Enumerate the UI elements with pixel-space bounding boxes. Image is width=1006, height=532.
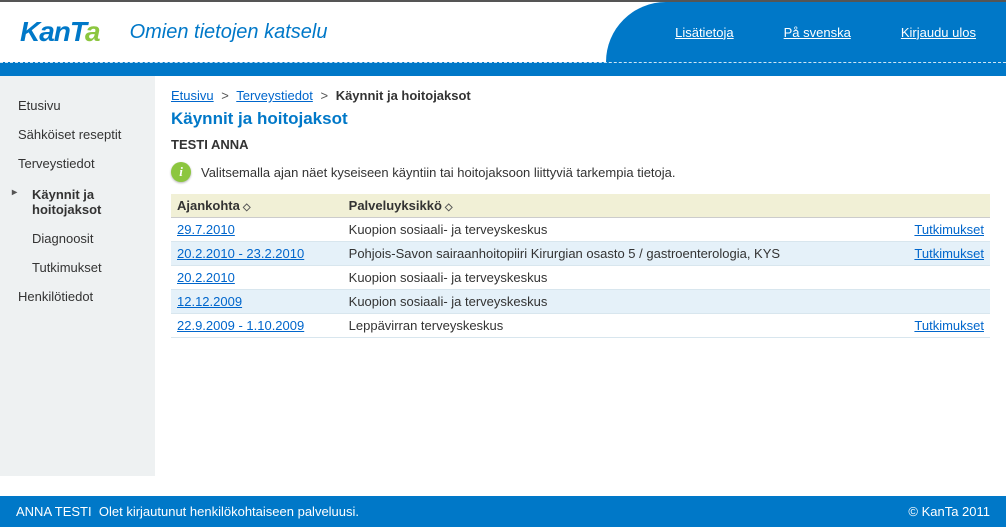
sidebar-item-home[interactable]: Etusivu [0,91,155,120]
col-header-date[interactable]: Ajankohta◇ [171,194,343,218]
visit-date-link[interactable]: 22.9.2009 - 1.10.2009 [177,318,304,333]
header: KanTa Omien tietojen katselu Lisätietoja… [0,0,1006,76]
main-content: Etusivu > Terveystiedot > Käynnit ja hoi… [155,76,1006,476]
top-links: Lisätietoja På svenska Kirjaudu ulos [675,2,1006,62]
sidebar-item-terveystiedot[interactable]: Terveystiedot [0,149,155,178]
visit-unit: Kuopion sosiaali- ja terveyskeskus [343,290,890,314]
visit-action-cell: Tutkimukset [889,314,990,338]
link-more-info[interactable]: Lisätietoja [675,25,734,40]
info-bar: i Valitsemalla ajan näet kyseiseen käynt… [171,162,990,182]
sidebar-item-henkilotiedot[interactable]: Henkilötiedot [0,282,155,311]
footer-message: Olet kirjautunut henkilökohtaiseen palve… [99,504,359,519]
sidebar-item-eresepti[interactable]: Sähköiset reseptit [0,120,155,149]
breadcrumb: Etusivu > Terveystiedot > Käynnit ja hoi… [171,88,990,103]
visit-action-cell: Tutkimukset [889,218,990,242]
header-subtitle: Omien tietojen katselu [130,21,328,44]
breadcrumb-section[interactable]: Terveystiedot [236,88,313,103]
breadcrumb-current: Käynnit ja hoitojaksot [336,88,471,103]
sidebar: Etusivu Sähköiset reseptit Terveystiedot… [0,76,155,476]
table-row: 29.7.2010 Kuopion sosiaali- ja terveyskes… [171,218,990,242]
sort-icon: ◇ [243,202,251,213]
visits-table: Ajankohta◇ Palveluyksikkö◇ 29.7.2010Kuop… [171,194,990,338]
table-row: 12.12.2009 Kuopion sosiaali- ja terveyske… [171,290,990,314]
link-swedish[interactable]: På svenska [784,25,851,40]
table-row: 20.2.2010 - 23.2.2010 Pohjois-Savon saira… [171,242,990,266]
visit-action-cell [889,266,990,290]
footer-user-name: ANNA TESTI [16,504,92,519]
table-row: 22.9.2009 - 1.10.2009 Leppävirran terveys… [171,314,990,338]
sort-icon: ◇ [445,202,453,213]
sidebar-item-diagnoosit[interactable]: Diagnoosit [0,224,155,253]
link-logout[interactable]: Kirjaudu ulos [901,25,976,40]
visit-unit: Kuopion sosiaali- ja terveyskeskus [343,218,890,242]
visit-date-link[interactable]: 20.2.2010 [177,270,235,285]
visit-unit: Pohjois-Savon sairaanhoitopiiri Kirurgia… [343,242,890,266]
footer: ANNA TESTI Olet kirjautunut henkilökohta… [0,496,1006,527]
user-name: TESTI ANNA [171,137,990,152]
col-header-unit-label: Palveluyksikkö [349,198,442,213]
visit-tutkimukset-link[interactable]: Tutkimukset [914,222,984,237]
table-row: 20.2.2010 Kuopion sosiaali- ja terveyskes… [171,266,990,290]
visit-date-link[interactable]: 12.12.2009 [177,294,242,309]
visit-action-cell [889,290,990,314]
visit-tutkimukset-link[interactable]: Tutkimukset [914,318,984,333]
visit-date-link[interactable]: 20.2.2010 - 23.2.2010 [177,246,304,261]
visit-date-link[interactable]: 29.7.2010 [177,222,235,237]
info-text: Valitsemalla ajan näet kyseiseen käyntii… [201,165,676,180]
breadcrumb-home[interactable]: Etusivu [171,88,214,103]
brand-logo: KanTa [20,16,100,48]
info-icon: i [171,162,191,182]
sidebar-item-kaynnit[interactable]: Käynnit ja hoitojaksot [0,180,155,224]
visit-unit: Kuopion sosiaali- ja terveyskeskus [343,266,890,290]
header-divider [0,62,1006,76]
sidebar-item-tutkimukset[interactable]: Tutkimukset [0,253,155,282]
visit-unit: Leppävirran terveyskeskus [343,314,890,338]
page-title: Käynnit ja hoitojaksot [171,109,990,129]
footer-copyright: © KanTa 2011 [908,504,990,519]
col-header-actions [889,194,990,218]
col-header-unit[interactable]: Palveluyksikkö◇ [343,194,890,218]
visit-tutkimukset-link[interactable]: Tutkimukset [914,246,984,261]
col-header-date-label: Ajankohta [177,198,240,213]
visit-action-cell: Tutkimukset [889,242,990,266]
